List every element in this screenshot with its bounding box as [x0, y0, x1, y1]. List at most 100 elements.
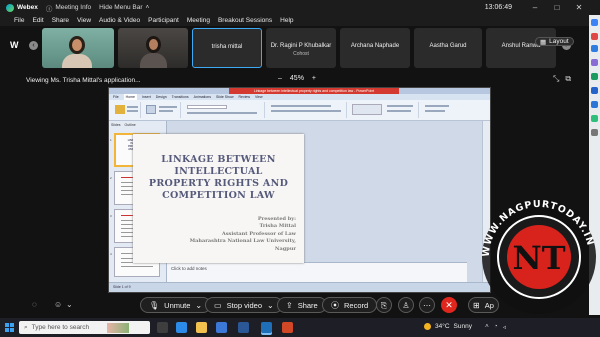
bing-icon[interactable] — [591, 19, 598, 26]
menu-file[interactable]: File — [14, 17, 24, 24]
ppt-status-bar: Slide 1 of 9 — [109, 282, 490, 292]
menu-audio-video[interactable]: Audio & Video — [99, 17, 140, 24]
weather-widget[interactable]: 34°C Sunny — [424, 323, 472, 330]
layout-button[interactable]: ▦ Layout — [535, 37, 574, 46]
meeting-info-button[interactable]: ⓘ Meeting Info — [46, 3, 91, 13]
add-icon[interactable] — [591, 129, 598, 136]
meeting-timer: 13:06:49 — [484, 4, 512, 11]
outline-tab[interactable]: Outline — [125, 123, 136, 127]
participant-tile-ragini-khubalkar[interactable]: Dr. Ragini P Khubalkar Cohost — [266, 28, 336, 68]
webex-taskbar-icon[interactable] — [261, 322, 272, 333]
thumbnail-pane-tabs: Slides Outline — [111, 123, 136, 127]
share-icon: ⇪ — [286, 300, 293, 310]
office-icon[interactable] — [591, 87, 598, 94]
slides-tab[interactable]: Slides — [111, 123, 121, 127]
close-icon: ✕ — [445, 300, 453, 310]
outlook-icon[interactable] — [591, 101, 598, 108]
mail-icon[interactable] — [238, 322, 249, 333]
participant-video-2[interactable] — [118, 28, 188, 68]
presenter-line-4: Maharashtra National Law University, — [189, 238, 296, 245]
participant-body — [62, 54, 92, 68]
menu-edit[interactable]: Edit — [32, 17, 43, 24]
tag-icon[interactable] — [591, 33, 598, 40]
stop-video-button[interactable]: ▭ Stop video ⌄ — [205, 297, 283, 313]
webex-logo-icon — [6, 3, 14, 12]
windows-start-icon[interactable] — [5, 323, 14, 332]
end-meeting-button[interactable]: ✕ — [441, 297, 457, 313]
task-view-icon[interactable] — [157, 322, 168, 333]
menu-view[interactable]: View — [77, 17, 91, 24]
more-options-button[interactable]: ⋯ — [419, 297, 435, 313]
menu-help[interactable]: Help — [280, 17, 293, 24]
notes-placeholder: Click to add notes — [171, 266, 207, 271]
captions-icon: ⎘ — [380, 301, 388, 310]
watermark-logo-letters: NT — [512, 239, 565, 277]
zoom-out-button[interactable]: – — [278, 75, 282, 82]
share-button[interactable]: ⇪ Share — [277, 297, 327, 313]
participant-tile-aastha-garud[interactable]: Aastha Garud — [414, 28, 482, 68]
zoom-level: 45% — [289, 75, 304, 82]
info-icon: ⓘ — [45, 5, 53, 13]
powerpoint-taskbar-icon[interactable] — [282, 322, 293, 333]
ribbon-slides-group — [143, 102, 181, 118]
hide-menu-bar-button[interactable]: Hide Menu Bar ˄ — [99, 4, 149, 11]
pop-out-icon[interactable]: ⧉ — [565, 74, 571, 84]
app-name: Webex — [17, 4, 38, 11]
notes-pane[interactable]: Click to add notes — [167, 262, 467, 282]
record-button[interactable]: ⦿ Record — [322, 297, 378, 313]
participant-tile-anshul-ranwa[interactable]: Anshul Ranwa — [486, 28, 556, 68]
share-label: Share — [297, 300, 318, 310]
games-icon[interactable] — [591, 73, 598, 80]
app-title: Webex — [6, 3, 38, 12]
viewing-label: Viewing Ms. Trisha Mittal's application.… — [26, 76, 141, 84]
chevron-down-icon: ⌄ — [195, 300, 203, 310]
fit-window-icon[interactable]: ⤡ — [553, 74, 559, 84]
participant-name: Aastha Garud — [429, 43, 467, 49]
chevron-up-icon[interactable]: ˄ — [485, 323, 489, 331]
file-explorer-icon[interactable] — [196, 322, 207, 333]
participant-tile-trisha-mittal[interactable]: trisha mittal — [192, 28, 262, 68]
captions-button[interactable]: ⎘ — [376, 297, 392, 313]
thumb-number: 1 — [110, 138, 112, 142]
ribbon-clipboard-group — [111, 102, 141, 118]
participant-tile-archana-naphade[interactable]: Archana Naphade — [340, 28, 410, 68]
chevron-down-icon: ⌄ — [267, 300, 274, 310]
emoji-icon[interactable]: ☺ — [54, 300, 62, 309]
title-bar: Webex ⓘ Meeting Info Hide Menu Bar ˄ 13:… — [0, 0, 600, 15]
store-icon[interactable] — [216, 322, 227, 333]
close-icon[interactable]: ✕ — [572, 3, 586, 12]
menu-share[interactable]: Share — [52, 17, 69, 24]
unmute-button[interactable]: 🎙 Unmute ⌄ — [140, 297, 212, 313]
ribbon-drawing-group — [349, 102, 419, 118]
participant-strip: ‹ trisha mittal Dr. Ragini P Khubalkar C… — [0, 26, 600, 72]
shopping-icon[interactable] — [591, 45, 598, 52]
menu-bar: File Edit Share View Audio & Video Parti… — [0, 15, 600, 26]
system-tray: ˄ ◔ ◃ — [485, 323, 506, 331]
participant-face — [149, 39, 158, 50]
record-label: Record — [344, 300, 369, 310]
maximize-icon[interactable]: □ — [550, 3, 564, 12]
volume-icon[interactable]: ◃ — [503, 323, 506, 331]
more-icon: ⋯ — [423, 301, 431, 310]
strip-prev-arrow-icon[interactable]: ‹ — [29, 41, 38, 50]
reactions-icon[interactable]: ◌ — [32, 300, 37, 309]
people-icon[interactable] — [591, 59, 598, 66]
taskbar-search-box[interactable]: ⌕ Type here to search — [19, 321, 150, 334]
participant-role: Cohost — [293, 51, 309, 57]
menu-breakout-sessions[interactable]: Breakout Sessions — [218, 17, 272, 24]
hide-menu-bar-label: Hide Menu Bar — [99, 4, 143, 11]
menu-meeting[interactable]: Meeting — [187, 17, 210, 24]
network-icon[interactable]: ◔ — [494, 323, 498, 331]
participants-button[interactable]: ♙ — [398, 297, 414, 313]
menu-participant[interactable]: Participant — [148, 17, 179, 24]
zoom-controls: – 45% + — [278, 75, 316, 82]
participant-name: trisha mittal — [211, 44, 243, 50]
chevron-down-icon[interactable]: ⌄ — [66, 300, 73, 309]
edge-icon[interactable] — [176, 322, 187, 333]
participants-icon: ♙ — [402, 301, 410, 310]
minimize-icon[interactable]: – — [528, 3, 542, 12]
tools-icon[interactable] — [591, 115, 598, 122]
participant-video-1[interactable] — [42, 28, 114, 68]
slide-counter: Slide 1 of 9 — [113, 285, 131, 289]
zoom-in-button[interactable]: + — [312, 75, 316, 82]
